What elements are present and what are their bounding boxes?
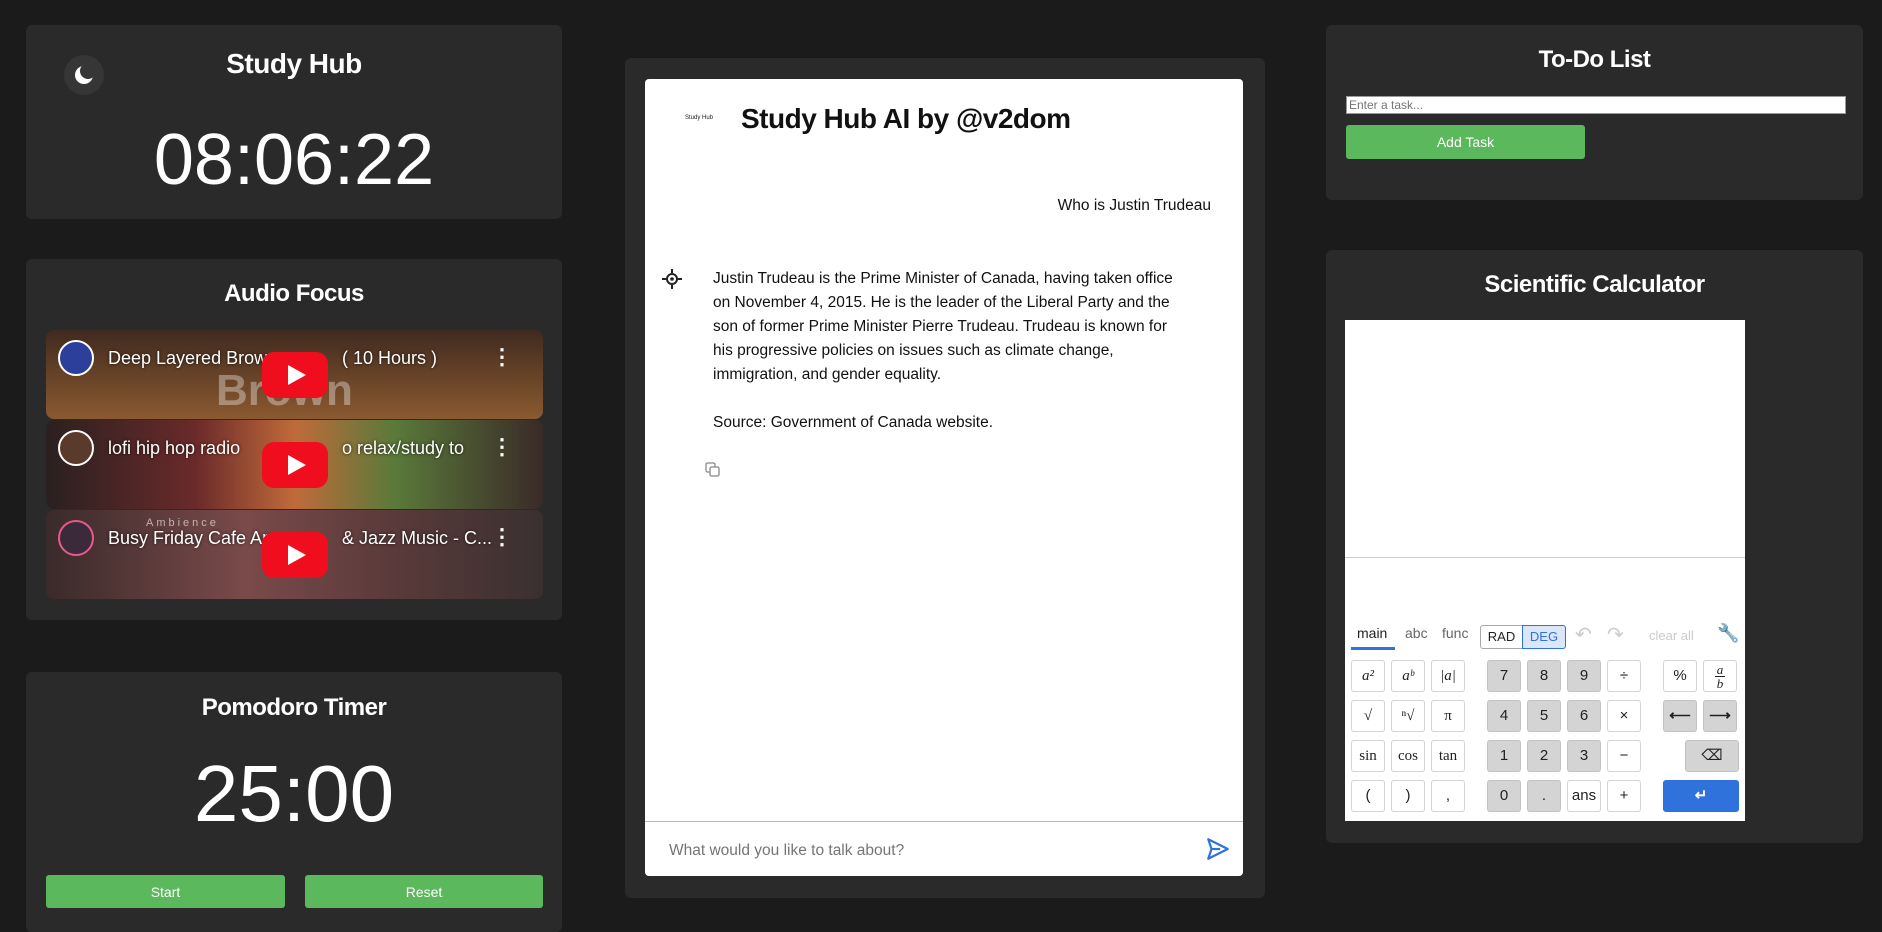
pomodoro-time: 25:00 bbox=[193, 749, 395, 838]
key-tan[interactable]: tan bbox=[1431, 740, 1465, 772]
key-abs[interactable]: |a| bbox=[1431, 660, 1465, 692]
video-title-end[interactable]: o relax/study to bbox=[342, 438, 464, 459]
channel-avatar[interactable] bbox=[58, 520, 94, 556]
todo-input[interactable] bbox=[1346, 96, 1846, 114]
fraction-numerator: a bbox=[1715, 662, 1725, 677]
key-pi[interactable]: π bbox=[1431, 700, 1465, 732]
more-vert-icon[interactable]: ⋮ bbox=[491, 434, 513, 460]
undo-icon[interactable]: ↶ bbox=[1575, 622, 1592, 647]
key-6[interactable]: 6 bbox=[1567, 700, 1601, 732]
key-cos[interactable]: cos bbox=[1391, 740, 1425, 772]
key-decimal[interactable]: . bbox=[1527, 780, 1561, 812]
bot-message-text: Justin Trudeau is the Prime Minister of … bbox=[713, 270, 1173, 383]
key-1[interactable]: 1 bbox=[1487, 740, 1521, 772]
key-ans[interactable]: ans bbox=[1567, 780, 1601, 812]
tab-abc[interactable]: abc bbox=[1405, 625, 1428, 641]
copy-icon[interactable] bbox=[705, 462, 721, 478]
video-title[interactable]: Deep Layered Brow bbox=[108, 348, 267, 369]
start-button[interactable]: Start bbox=[46, 875, 285, 908]
add-task-button[interactable]: Add Task bbox=[1346, 125, 1585, 159]
pomodoro-title: Pomodoro Timer bbox=[201, 694, 387, 721]
key-right-paren[interactable]: ) bbox=[1391, 780, 1425, 812]
key-sin[interactable]: sin bbox=[1351, 740, 1385, 772]
key-0[interactable]: 0 bbox=[1487, 780, 1521, 812]
deg-button[interactable]: DEG bbox=[1522, 625, 1566, 649]
video-title-end[interactable]: & Jazz Music - C... bbox=[342, 528, 492, 549]
clock-panel: Study Hub 08:06:22 bbox=[26, 25, 562, 219]
key-4[interactable]: 4 bbox=[1487, 700, 1521, 732]
key-9[interactable]: 9 bbox=[1567, 660, 1601, 692]
key-nth-root[interactable]: ⁿ√ bbox=[1391, 700, 1425, 732]
todo-panel: To-Do List Add Task bbox=[1326, 25, 1863, 200]
key-multiply[interactable]: × bbox=[1607, 700, 1641, 732]
chat-title: Study Hub AI by @v2dom bbox=[741, 103, 1071, 134]
key-3[interactable]: 3 bbox=[1567, 740, 1601, 772]
video-item[interactable]: Ambience Busy Friday Cafe Am & Jazz Musi… bbox=[46, 510, 543, 599]
backspace-icon[interactable]: ⌫ bbox=[1685, 740, 1739, 772]
user-message: Who is Justin Trudeau bbox=[1057, 197, 1211, 214]
key-fraction[interactable]: a b bbox=[1703, 660, 1737, 692]
enter-icon[interactable]: ↵ bbox=[1663, 780, 1739, 812]
key-5[interactable]: 5 bbox=[1527, 700, 1561, 732]
calculator-display[interactable] bbox=[1345, 320, 1745, 558]
key-8[interactable]: 8 bbox=[1527, 660, 1561, 692]
key-plus[interactable]: + bbox=[1607, 780, 1641, 812]
more-vert-icon[interactable]: ⋮ bbox=[491, 524, 513, 550]
fraction-denominator: b bbox=[1716, 676, 1724, 691]
key-power[interactable]: aᵇ bbox=[1391, 660, 1425, 692]
key-percent[interactable]: % bbox=[1663, 660, 1697, 692]
todo-title: To-Do List bbox=[1538, 46, 1651, 73]
video-title-end[interactable]: ( 10 Hours ) bbox=[342, 348, 437, 369]
chat-logo: Study Hub bbox=[685, 115, 714, 121]
clear-all-button[interactable]: clear all bbox=[1649, 628, 1694, 643]
send-icon[interactable] bbox=[1205, 836, 1231, 862]
video-item[interactable]: lofi hip hop radio o relax/study to ⋮ bbox=[46, 420, 543, 509]
audio-title: Audio Focus bbox=[224, 280, 364, 307]
redo-icon[interactable]: ↷ bbox=[1607, 622, 1624, 647]
key-2[interactable]: 2 bbox=[1527, 740, 1561, 772]
tab-main[interactable]: main bbox=[1357, 625, 1387, 641]
channel-avatar[interactable] bbox=[58, 430, 94, 466]
channel-avatar[interactable] bbox=[58, 340, 94, 376]
chat-window: Study Hub Study Hub AI by @v2dom Who is … bbox=[645, 79, 1243, 876]
app-title: Study Hub bbox=[226, 48, 362, 79]
calculator-title: Scientific Calculator bbox=[1484, 271, 1705, 298]
clock-time: 08:06:22 bbox=[153, 120, 435, 200]
reset-button[interactable]: Reset bbox=[305, 875, 543, 908]
key-divide[interactable]: ÷ bbox=[1607, 660, 1641, 692]
video-item[interactable]: Brown Deep Layered Brow ( 10 Hours ) ⋮ bbox=[46, 330, 543, 419]
more-vert-icon[interactable]: ⋮ bbox=[491, 344, 513, 370]
bot-message-source: Source: Government of Canada website. bbox=[713, 414, 994, 431]
play-button[interactable] bbox=[262, 442, 328, 488]
key-comma[interactable]: , bbox=[1431, 780, 1465, 812]
key-square[interactable]: a² bbox=[1351, 660, 1385, 692]
bot-message: Justin Trudeau is the Prime Minister of … bbox=[713, 267, 1183, 459]
arrow-right-icon[interactable]: ⟶ bbox=[1703, 700, 1737, 732]
pomodoro-panel: Pomodoro Timer 25:00 Start Reset bbox=[26, 672, 562, 932]
key-left-paren[interactable]: ( bbox=[1351, 780, 1385, 812]
tab-func[interactable]: func bbox=[1442, 625, 1468, 641]
tab-main-underline bbox=[1351, 647, 1395, 650]
chat-input[interactable] bbox=[667, 835, 1191, 867]
play-button[interactable] bbox=[262, 352, 328, 398]
key-7[interactable]: 7 bbox=[1487, 660, 1521, 692]
calculator: main abc func RAD DEG ↶ ↷ clear all 🔧 a²… bbox=[1345, 320, 1745, 821]
settings-wrench-icon[interactable]: 🔧 bbox=[1717, 623, 1739, 644]
rad-button[interactable]: RAD bbox=[1480, 625, 1523, 649]
calculator-entry[interactable] bbox=[1345, 558, 1745, 610]
video-title[interactable]: lofi hip hop radio bbox=[108, 438, 240, 459]
key-minus[interactable]: − bbox=[1607, 740, 1641, 772]
video-title[interactable]: Busy Friday Cafe Am bbox=[108, 528, 277, 549]
chat-input-divider bbox=[645, 821, 1243, 822]
key-sqrt[interactable]: √ bbox=[1351, 700, 1385, 732]
arrow-left-icon[interactable]: ⟵ bbox=[1663, 700, 1697, 732]
play-button[interactable] bbox=[262, 532, 328, 578]
bot-avatar-icon bbox=[662, 269, 682, 289]
audio-panel: Audio Focus Brown Deep Layered Brow ( 10… bbox=[26, 259, 562, 620]
